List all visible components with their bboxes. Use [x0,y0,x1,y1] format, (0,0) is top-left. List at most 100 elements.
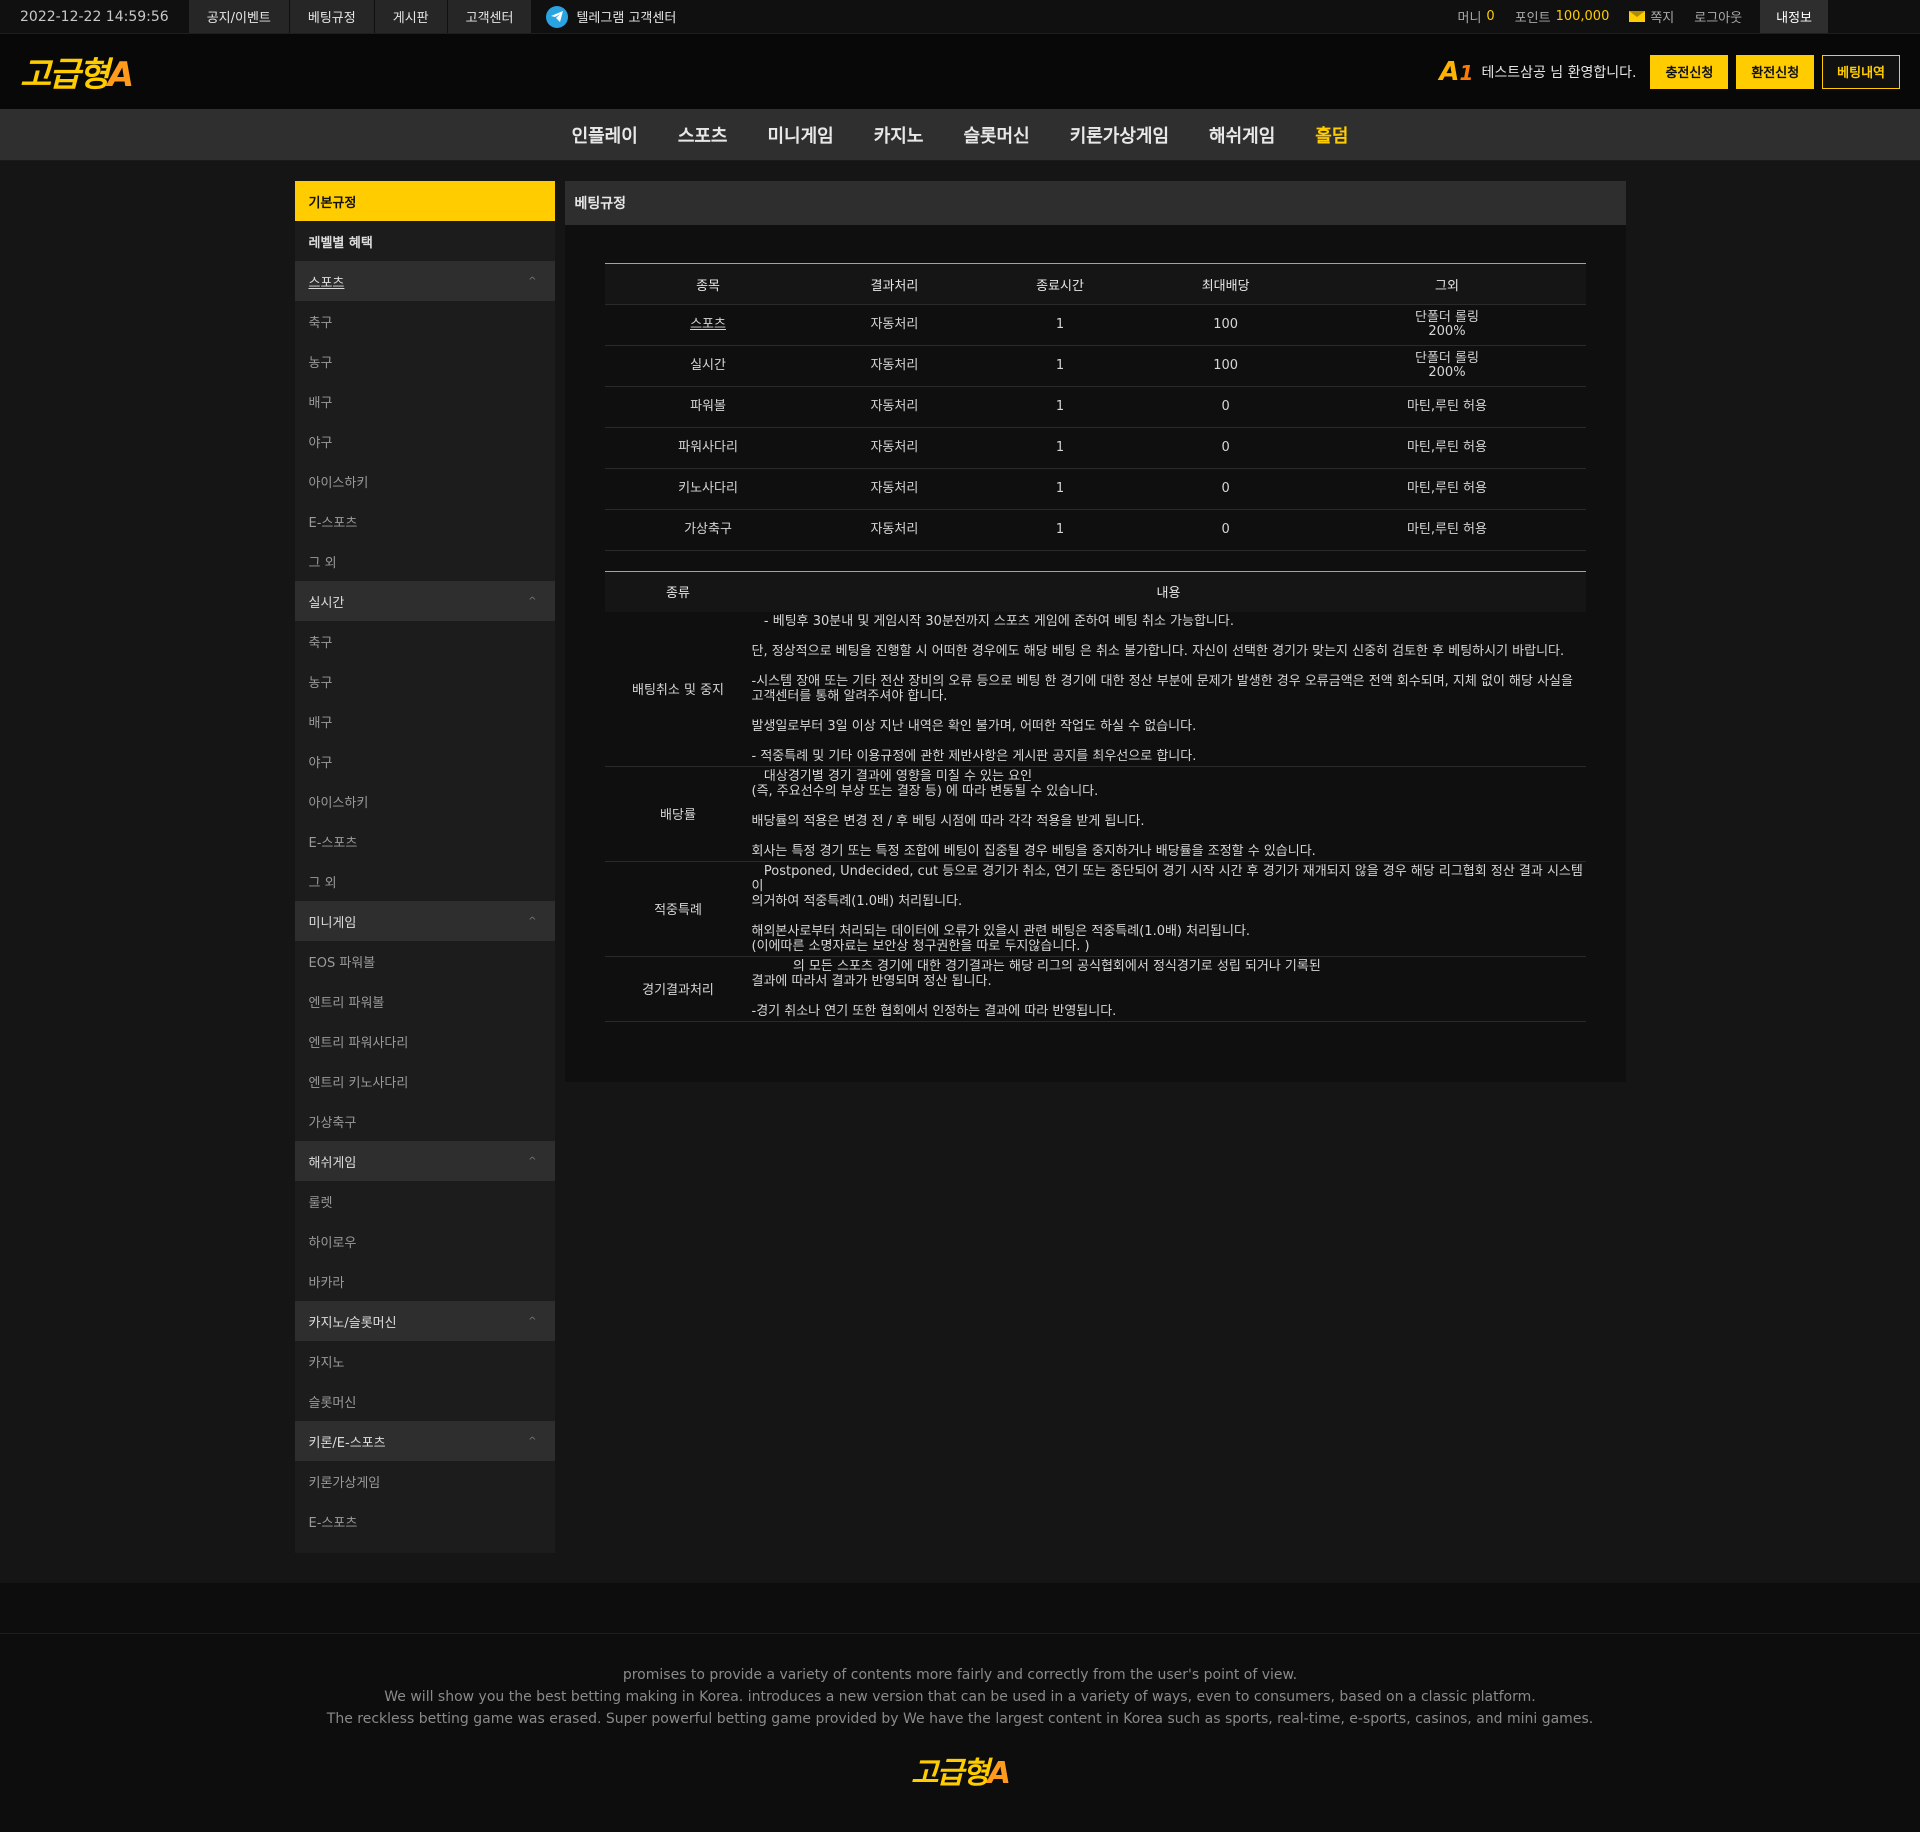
sidebar-item[interactable]: EOS 파워볼 [295,941,555,981]
chevron-up-icon: ^ [528,595,537,607]
sidebar-group-2[interactable]: 미니게임 ^ [294,901,555,941]
nav-slot[interactable]: 슬롯머신 [943,122,1049,148]
sidebar-basic-rules[interactable]: 기본규정 [294,181,555,221]
sidebar-item[interactable]: 축구 [295,301,555,341]
table-cell: 1 [977,304,1143,346]
sidebar-item[interactable]: 슬롯머신 [295,1381,555,1421]
withdraw-button[interactable]: 환전신청 [1736,54,1815,89]
sidebar-group-title: 카지노/슬롯머신 [308,1315,397,1331]
table-cell: 마틴,루틴 허용 [1308,427,1586,469]
sidebar-item[interactable]: 축구 [295,621,555,661]
sidebar-item[interactable]: E-스포츠 [295,821,555,861]
table-cell: 0 [1142,468,1309,510]
column-header: 종목 [604,263,812,305]
rule-kind: 배당률 [604,766,752,862]
table-cell: 자동처리 [811,427,978,469]
header-user-area: A1 테스트삼공 님 환영합니다. 충전신청 환전신청 베팅내역 [1439,54,1900,89]
sidebar-item[interactable]: E-스포츠 [295,501,555,541]
table-cell: 자동처리 [811,386,978,428]
table-cell: 마틴,루틴 허용 [1308,509,1586,551]
top-link-board[interactable]: 게시판 [374,0,448,33]
footer: promises to provide a variety of content… [0,1583,1920,1832]
sidebar-item[interactable]: 엔트리 파워사다리 [295,1021,555,1061]
footer-line-1: promises to provide a variety of content… [622,1667,1298,1683]
top-bar-left: 2022-12-22 14:59:56 공지/이벤트 베팅규정 게시판 고객센터… [0,0,690,33]
sidebar-item[interactable]: 그 외 [295,861,555,901]
level-badge-icon: A1 [1439,56,1474,87]
rules-table: 종목 결과처리 종료시간 최대배당 그외 스포츠 자동처리 1 100 단폴더 롤링 200% 실… [604,263,1586,551]
sidebar-item[interactable]: 가상축구 [295,1101,555,1141]
sidebar-group-title: 미니게임 [308,915,357,931]
money-label: 머니 [1457,11,1482,26]
column-header: 내용 [751,571,1586,612]
deposit-button[interactable]: 충전신청 [1650,54,1729,89]
sidebar-item[interactable]: 농구 [295,341,555,381]
nav-inplay[interactable]: 인플레이 [552,122,658,148]
sidebar-item[interactable]: 야구 [295,741,555,781]
site-logo[interactable]: 고급형A [20,47,134,96]
sidebar-item[interactable]: 아이스하키 [295,461,555,501]
top-link-support[interactable]: 고객센터 [447,0,533,33]
rule-description: Postponed, Undecided, cut 등으로 경기가 취소, 연기… [751,861,1586,957]
nav-holdem[interactable]: 홀덤 [1295,122,1368,148]
sidebar-group-4[interactable]: 카지노/슬롯머신 ^ [294,1301,555,1341]
sidebar-item[interactable]: E-스포츠 [295,1501,555,1541]
rule-kind: 적중특례 [604,861,752,957]
telegram-icon [546,5,569,28]
bet-history-button[interactable]: 베팅내역 [1822,54,1900,89]
sidebar-item[interactable]: 카지노 [295,1341,555,1381]
chevron-up-icon: ^ [528,915,537,927]
table-row: 가상축구 자동처리 1 0 마틴,루틴 허용 [604,509,1586,551]
table-cell: 실시간 [604,345,812,387]
sidebar-item[interactable]: 엔트리 파워볼 [295,981,555,1021]
sidebar-group-title: 스포츠 [308,275,345,291]
telegram-label: 텔레그램 고객센터 [576,11,677,26]
table-row: 파워사다리 자동처리 1 0 마틴,루틴 허용 [604,427,1586,469]
table-row: 배당률 대상경기별 경기 결과에 영향을 미칠 수 있는 요인 (즉, 주요선수… [604,766,1586,862]
sidebar-item[interactable]: 아이스하키 [295,781,555,821]
my-info-button[interactable]: 내정보 [1760,0,1828,33]
logout-link[interactable]: 로그아웃 [1684,7,1752,26]
point-label: 포인트 [1514,11,1551,26]
sidebar-item[interactable]: 야구 [295,421,555,461]
sidebar-item[interactable]: 배구 [295,701,555,741]
sidebar-group-5[interactable]: 키론/E-스포츠 ^ [294,1421,555,1461]
sidebar-item[interactable]: 룰렛 [295,1181,555,1221]
sidebar-group-title: 실시간 [308,595,345,611]
chevron-up-icon: ^ [528,1155,537,1167]
sidebar-group-1[interactable]: 실시간 ^ [294,581,555,621]
sidebar-item[interactable]: 키론가상게임 [295,1461,555,1501]
telegram-support-link[interactable]: 텔레그램 고객센터 [532,5,690,28]
sidebar-group-0[interactable]: 스포츠 ^ [294,261,555,301]
chevron-up-icon: ^ [528,1435,537,1447]
rule-description: 의 모든 스포츠 경기에 대한 경기결과는 해당 리그의 공식협회에서 정식경기… [751,956,1586,1022]
top-link-rules[interactable]: 베팅규정 [289,0,375,33]
point-info: 포인트 100,000 [1505,7,1620,26]
sidebar-item[interactable]: 농구 [295,661,555,701]
chevron-up-icon: ^ [528,275,537,287]
nav-sports[interactable]: 스포츠 [658,122,748,148]
details-table-header: 종류 내용 [604,571,1586,612]
table-cell: 단폴더 롤링 200% [1308,304,1586,346]
sidebar-group-title: 해쉬게임 [308,1155,357,1171]
sidebar-groups: 스포츠 ^ 축구 농구 배구 야구 아이스하키 E-스포츠 그 외 실시간 ^ 축구 농구 배구 야구 아이스… [294,261,555,1541]
rules-table-header: 종목 결과처리 종료시간 최대배당 그외 [604,263,1586,305]
table-cell: 1 [977,386,1143,428]
sidebar-item[interactable]: 엔트리 키노사다리 [295,1061,555,1101]
sidebar-item[interactable]: 배구 [295,381,555,421]
nav-casino[interactable]: 카지노 [854,122,944,148]
sidebar-level-benefits[interactable]: 레벨별 혜택 [295,221,555,261]
nav-kiron[interactable]: 키론가상게임 [1050,122,1189,148]
mail-icon [1629,11,1646,22]
table-cell: 키노사다리 [604,468,812,510]
column-header: 종료시간 [977,263,1143,305]
sidebar-item[interactable]: 바카라 [295,1261,555,1301]
nav-hash[interactable]: 해쉬게임 [1189,122,1295,148]
sidebar-item[interactable]: 하이로우 [295,1221,555,1261]
message-link[interactable]: 쪽지 [1619,7,1684,26]
top-bar-right: 머니 0 포인트 100,000 쪽지 로그아웃 내정보 [1447,0,1920,33]
sidebar-group-3[interactable]: 해쉬게임 ^ [294,1141,555,1181]
nav-minigame[interactable]: 미니게임 [748,122,854,148]
sidebar-item[interactable]: 그 외 [295,541,555,581]
top-link-notice[interactable]: 공지/이벤트 [188,0,290,33]
